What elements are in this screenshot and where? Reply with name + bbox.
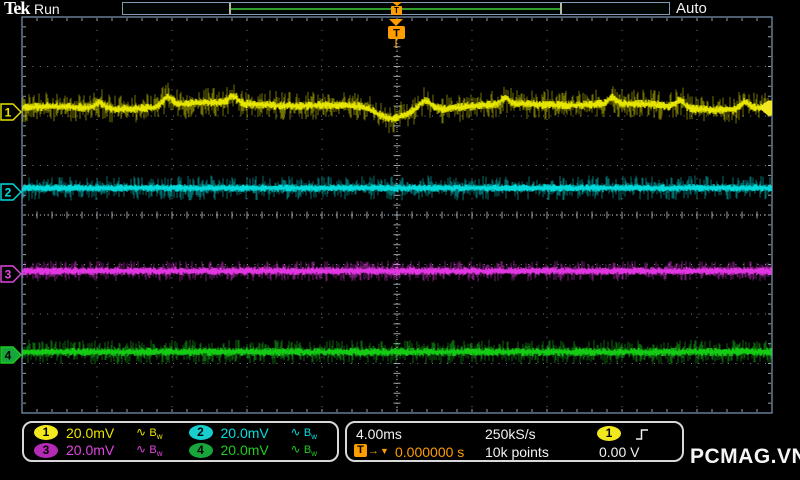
trigger-position-icon: T → ▼ bbox=[354, 444, 389, 457]
bandwidth-limit-icon: Bw bbox=[303, 444, 318, 459]
ac-coupling-icon: ∿ bbox=[290, 442, 304, 457]
ac-coupling-bandwidth-icons: ∿ Bw bbox=[291, 442, 318, 458]
trigger-mode-status: Auto bbox=[676, 0, 707, 17]
svg-text:1: 1 bbox=[5, 106, 12, 120]
svg-text:3: 3 bbox=[5, 268, 12, 282]
bandwidth-limit-icon: Bw bbox=[149, 444, 163, 459]
channel-2-readout: 2 20.0mV ∿ Bw bbox=[181, 424, 336, 442]
svg-text:T: T bbox=[393, 28, 400, 40]
triangle-down-icon: ▼ bbox=[380, 445, 389, 456]
channel-2-badge: 2 bbox=[188, 425, 213, 441]
record-length-readout: 10k points bbox=[485, 444, 549, 460]
record-trigger-position-marker[interactable]: T bbox=[390, 2, 403, 15]
channel-readout-grid: 1 20.0mV ∿ Bw 2 20.0mV ∿ Bw 3 20.0mV ∿ Bw 4 20.0mV… bbox=[24, 423, 337, 460]
oscilloscope-screen: 1 2 3 4 T Tek Run T Auto 1 20.0mV ∿ Bw 2 20.0mV ∿… bbox=[0, 0, 800, 480]
record-view-bar: T bbox=[122, 2, 670, 15]
channel-1-readout: 1 20.0mV ∿ Bw bbox=[26, 424, 181, 442]
trigger-t-icon: T bbox=[391, 6, 402, 15]
ac-coupling-bandwidth-icons: ∿ Bw bbox=[136, 442, 163, 458]
channel-4-readout: 4 20.0mV ∿ Bw bbox=[181, 442, 336, 460]
watermark: PCMAG.VN bbox=[690, 445, 800, 468]
window-bracket-right-icon bbox=[560, 3, 562, 14]
channel-1-position-marker[interactable]: 1 bbox=[0, 103, 22, 121]
trigger-position-flag[interactable]: T bbox=[388, 19, 405, 48]
trigger-position-readout: 0.000000 s bbox=[395, 444, 465, 460]
ac-coupling-bandwidth-icons: ∿ Bw bbox=[291, 425, 318, 441]
svg-text:4: 4 bbox=[5, 349, 12, 363]
ac-coupling-icon: ∿ bbox=[136, 442, 150, 457]
ac-coupling-icon: ∿ bbox=[290, 424, 304, 439]
sample-rate-readout: 250kS/s bbox=[485, 426, 536, 442]
window-bracket-left-icon bbox=[229, 3, 231, 14]
channel-3-position-marker[interactable]: 3 bbox=[0, 265, 22, 283]
channel-2-position-marker[interactable]: 2 bbox=[0, 183, 22, 201]
ac-coupling-bandwidth-icons: ∿ Bw bbox=[136, 425, 163, 441]
channel-4-badge: 4 bbox=[188, 442, 213, 458]
bandwidth-limit-icon: Bw bbox=[149, 426, 163, 441]
bandwidth-limit-icon: Bw bbox=[303, 426, 318, 441]
channel-3-badge: 3 bbox=[34, 442, 58, 458]
horizontal-trigger-readout-box: 4.00ms 250kS/s 1 T → ▼ 0.000000 s 10k po… bbox=[345, 421, 684, 462]
svg-text:2: 2 bbox=[5, 186, 12, 200]
top-status-bar: Tek Run T Auto bbox=[0, 0, 800, 18]
channel-3-scale-readout: 20.0mV bbox=[66, 442, 115, 459]
channel-1-scale-readout: 20.0mV bbox=[66, 424, 115, 441]
trigger-source-badge: 1 bbox=[597, 426, 621, 441]
trigger-t-icon: T bbox=[354, 444, 367, 457]
channel-1-badge: 1 bbox=[34, 425, 58, 441]
channel-readout-box: 1 20.0mV ∿ Bw 2 20.0mV ∿ Bw 3 20.0mV ∿ Bw 4 20.0mV… bbox=[22, 421, 339, 462]
ac-coupling-icon: ∿ bbox=[136, 424, 150, 439]
trigger-level-readout: 0.00 V bbox=[599, 444, 640, 460]
channel-2-scale-readout: 20.0mV bbox=[220, 424, 269, 441]
channel-4-scale-readout: 20.0mV bbox=[220, 442, 269, 459]
acquisition-status: Run bbox=[34, 1, 60, 17]
scope-display: 1 2 3 4 T bbox=[0, 16, 773, 414]
arrow-right-icon: → bbox=[368, 444, 379, 457]
rising-edge-icon bbox=[636, 429, 648, 440]
channel-3-readout: 3 20.0mV ∿ Bw bbox=[26, 442, 181, 460]
channel-4-position-marker[interactable]: 4 bbox=[0, 346, 22, 364]
tek-logo: Tek bbox=[4, 0, 30, 18]
timebase-readout: 4.00ms bbox=[356, 426, 402, 442]
